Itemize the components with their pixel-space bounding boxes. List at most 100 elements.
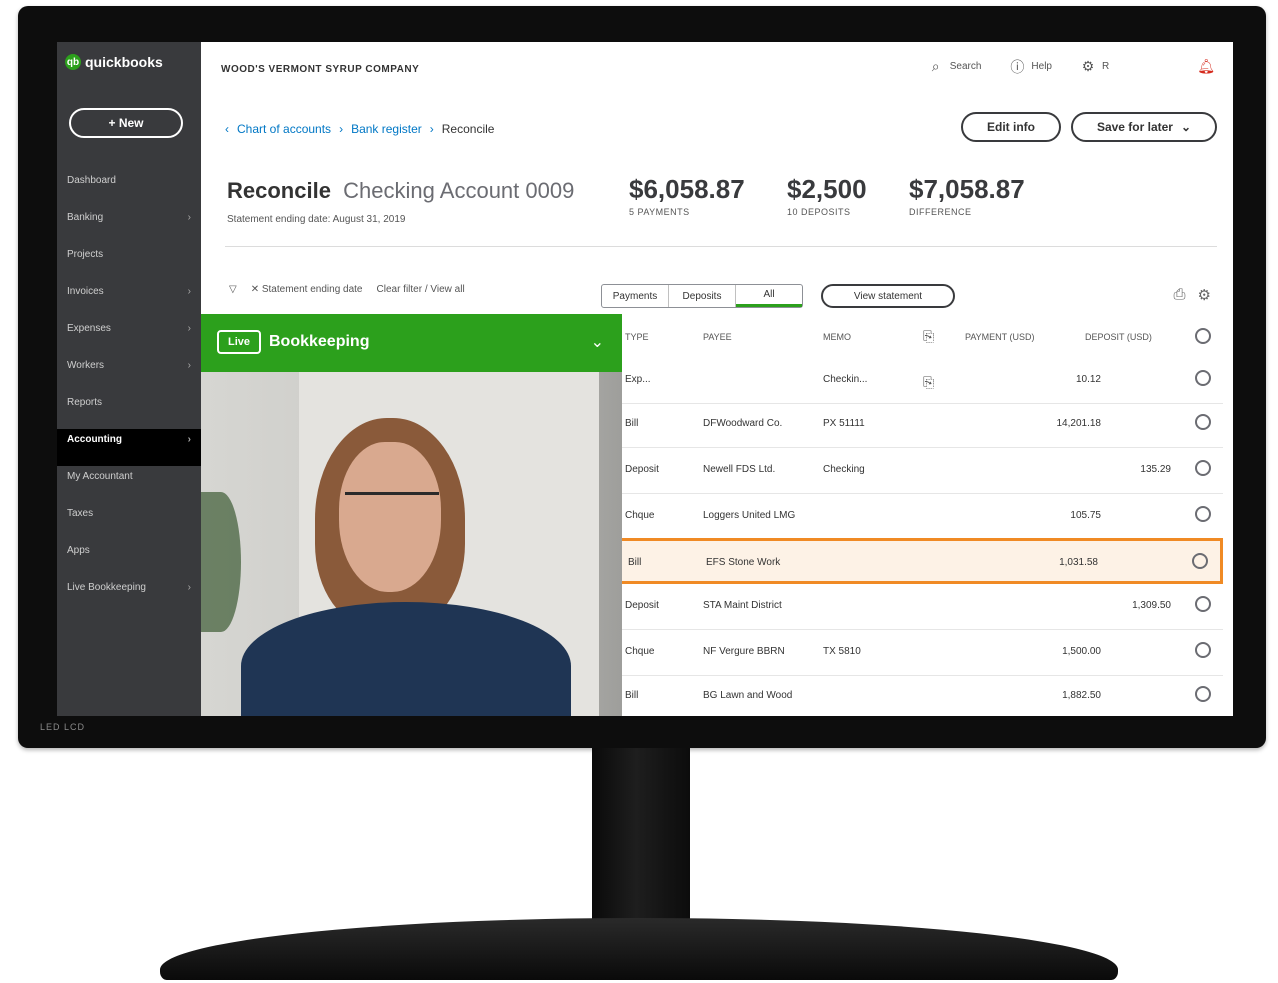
table-row[interactable]: Exp... Checkin... 10.12 ⎘ <box>617 358 1223 404</box>
cell-payee: EFS Stone Work <box>706 557 781 568</box>
account-button[interactable]: ⚙ R <box>1080 58 1110 75</box>
table-row[interactable]: Deposit Newell FDS Ltd. Checking 135.29 <box>617 448 1223 494</box>
chevron-right-icon: › <box>187 323 191 334</box>
edit-info-button[interactable]: Edit info <box>961 112 1061 142</box>
statement-date: Statement ending date: August 31, 2019 <box>227 214 406 225</box>
breadcrumb-chart-of-accounts[interactable]: Chart of accounts <box>237 122 331 136</box>
top-toolbar: ⌕ Search ⓘ Help ⚙ R 🔔︎ <box>928 58 1215 75</box>
sidebar-item[interactable]: Taxes <box>57 503 201 540</box>
gear-icon: ⚙ <box>1081 58 1095 74</box>
reconcile-radio[interactable] <box>1195 460 1211 476</box>
cell-payment: 1,500.00 <box>1062 646 1101 657</box>
sidebar-item[interactable]: Banking › <box>57 207 201 244</box>
table-row[interactable]: Bill BG Lawn and Wood 1,882.50 <box>617 674 1223 716</box>
col-type[interactable]: TYPE <box>625 332 649 342</box>
sidebar-item[interactable]: Live Bookkeeping › <box>57 577 201 614</box>
table-header: TYPE PAYEE MEMO ⎘ PAYMENT (USD) DEPOSIT … <box>617 328 1223 350</box>
cell-payee: Newell FDS Ltd. <box>703 464 776 475</box>
settings-gear-icon[interactable]: ⚙ <box>1198 286 1211 304</box>
statement-filter-chip[interactable]: ✕ Statement ending date <box>251 284 363 295</box>
sidebar-item[interactable]: My Accountant <box>57 466 201 503</box>
reconcile-radio[interactable] <box>1195 596 1211 612</box>
breadcrumb-bank-register[interactable]: Bank register <box>351 122 422 136</box>
save-for-later-button[interactable]: Save for later ⌄ <box>1071 112 1217 142</box>
cell-payee: Loggers United LMG <box>703 510 796 521</box>
quickbooks-logo[interactable]: qb quickbooks <box>65 54 163 70</box>
chevron-right-icon: › <box>187 212 191 223</box>
presenter-glasses <box>345 492 439 513</box>
cell-payee: BG Lawn and Wood <box>703 690 793 701</box>
logo-text: quickbooks <box>85 54 163 70</box>
reconcile-radio[interactable] <box>1195 414 1211 430</box>
help-button[interactable]: ⓘ Help <box>1009 59 1052 75</box>
cell-memo: Checking <box>823 464 865 475</box>
live-bookkeeping-video[interactable]: Live Bookkeeping ⌄ <box>201 314 622 716</box>
cell-type: Chque <box>625 646 655 657</box>
sidebar-item-label: Live Bookkeeping <box>67 582 146 593</box>
sidebar-item[interactable]: Invoices › <box>57 281 201 318</box>
table-row[interactable]: Bill DFWoodward Co. PX 51111 14,201.18 <box>617 402 1223 448</box>
chevron-right-icon: › <box>187 360 191 371</box>
cell-payee: DFWoodward Co. <box>703 418 783 429</box>
sidebar-nav: Dashboard Banking › Projects Invoices › Expens… <box>57 170 201 614</box>
col-memo[interactable]: MEMO <box>823 332 851 342</box>
search-button[interactable]: ⌕ Search <box>928 58 982 75</box>
deposits-stat: $2,500 10 DEPOSITS <box>787 174 867 217</box>
reconcile-radio[interactable] <box>1192 553 1208 569</box>
col-payment[interactable]: PAYMENT (USD) <box>965 332 1035 342</box>
sidebar-item[interactable]: Dashboard <box>57 170 201 207</box>
table-row[interactable]: Deposit STA Maint District 1,309.50 <box>617 584 1223 630</box>
collapse-chevron-icon[interactable]: ⌄ <box>591 332 604 352</box>
sidebar-item[interactable]: Reports <box>57 392 201 429</box>
attachment-icon: ⎘ <box>923 328 935 344</box>
print-icon[interactable]: ⎙ <box>1174 286 1186 304</box>
reconcile-radio[interactable] <box>1195 370 1211 386</box>
tab-all[interactable]: All <box>736 285 802 307</box>
video-plant <box>201 492 241 632</box>
tab-payments[interactable]: Payments <box>602 285 669 307</box>
cell-payee: NF Vergure BBRN <box>703 646 785 657</box>
cell-type: Exp... <box>625 374 651 385</box>
attachment-icon[interactable]: ⎘ <box>923 374 934 391</box>
col-deposit[interactable]: DEPOSIT (USD) <box>1085 332 1152 342</box>
col-payee[interactable]: PAYEE <box>703 332 732 342</box>
sidebar-item-label: Banking <box>67 212 104 223</box>
new-button[interactable]: + New <box>69 108 183 138</box>
difference-stat: $7,058.87 DIFFERENCE <box>909 174 1025 217</box>
payments-label: 5 PAYMENTS <box>629 207 690 217</box>
search-label: Search <box>949 61 982 72</box>
filter-bar: ▽ ✕ Statement ending date Clear filter /… <box>229 284 465 295</box>
reconcile-radio[interactable] <box>1195 506 1211 522</box>
back-chevron-icon[interactable]: ‹ <box>225 122 229 136</box>
table-row[interactable]: Chque NF Vergure BBRN TX 5810 1,500.00 <box>617 630 1223 676</box>
sidebar: qb quickbooks + New Dashboard Banking › Pro… <box>57 42 201 716</box>
transaction-type-tabs: Payments Deposits All <box>601 284 803 308</box>
filter-icon[interactable]: ▽ <box>229 284 237 295</box>
account-label: R <box>1101 61 1110 72</box>
select-all-radio[interactable] <box>1195 328 1211 344</box>
divider <box>225 246 1217 247</box>
cell-memo: Checkin... <box>823 374 868 385</box>
table-tools: ⎙ ⚙ <box>1174 286 1211 304</box>
cell-payment: 1,031.58 <box>1059 557 1098 568</box>
sidebar-item-label: Dashboard <box>67 175 116 186</box>
clear-filter-link[interactable]: Clear filter / View all <box>377 284 465 295</box>
notification-bell-icon[interactable]: 🔔︎ <box>1197 58 1215 75</box>
reconcile-radio[interactable] <box>1195 642 1211 658</box>
sidebar-item-label: Projects <box>67 249 104 260</box>
sidebar-item[interactable]: Projects <box>57 244 201 281</box>
difference-amount: $7,058.87 <box>909 174 1025 204</box>
table-row[interactable]: Bill EFS Stone Work 1,031.58 <box>617 538 1223 584</box>
cell-payment: 1,882.50 <box>1062 690 1101 701</box>
reconcile-radio[interactable] <box>1195 686 1211 702</box>
view-statement-button[interactable]: View statement <box>821 284 955 308</box>
tab-deposits[interactable]: Deposits <box>669 285 736 307</box>
sidebar-item[interactable]: Apps <box>57 540 201 577</box>
table-row[interactable]: Chque Loggers United LMG 105.75 <box>617 494 1223 540</box>
sidebar-item[interactable]: Expenses › <box>57 318 201 355</box>
sidebar-item[interactable]: Workers › <box>57 355 201 392</box>
cell-type: Deposit <box>625 600 659 611</box>
sidebar-item[interactable]: Accounting › <box>57 429 201 466</box>
search-icon: ⌕ <box>931 58 940 74</box>
sidebar-item-label: Taxes <box>67 508 94 519</box>
